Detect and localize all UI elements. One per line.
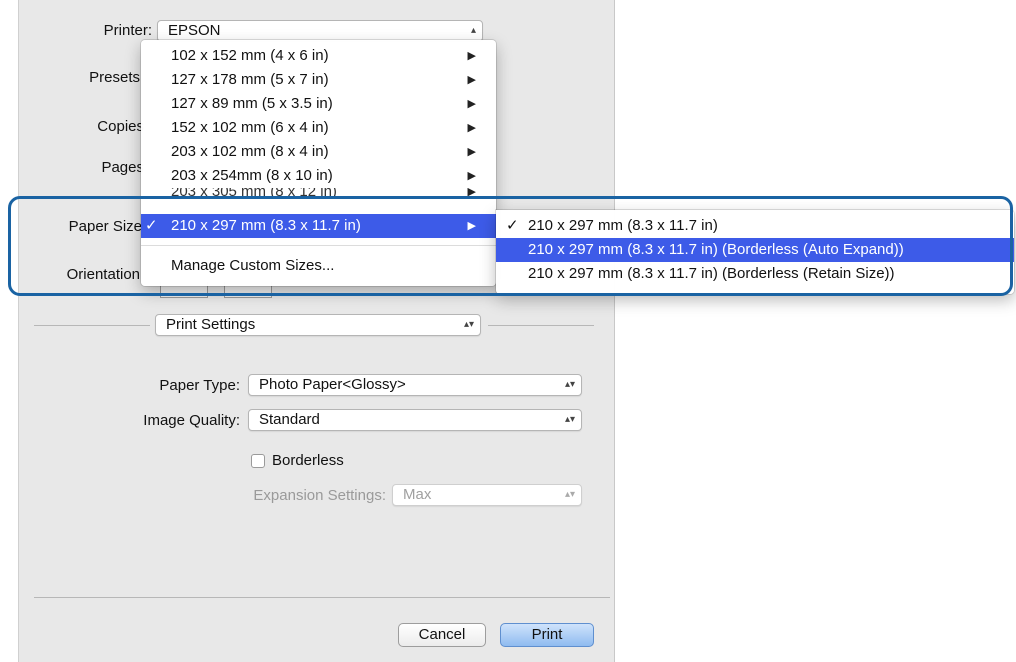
submenu-arrow-icon: ▶	[467, 188, 476, 198]
section-popup[interactable]: Print Settings ▴▾	[155, 314, 481, 336]
menu-item-label: 203 x 305 mm (8 x 12 in)	[171, 188, 337, 198]
submenu-item-auto-expand[interactable]: 210 x 297 mm (8.3 x 11.7 in) (Borderless…	[496, 238, 1014, 262]
submenu-item-label: 210 x 297 mm (8.3 x 11.7 in) (Borderless…	[528, 241, 904, 258]
image-quality-label: Image Quality:	[143, 412, 240, 429]
popup-arrows-icon: ▴▾	[564, 379, 575, 390]
printer-label: Printer:	[103, 22, 152, 39]
submenu-arrow-icon: ▶	[467, 220, 476, 232]
menu-item-label: 203 x 102 mm (8 x 4 in)	[171, 143, 329, 160]
popup-arrows-icon: ▴▾	[463, 319, 474, 330]
menu-item-152x102[interactable]: 152 x 102 mm (6 x 4 in) ▶	[141, 116, 496, 140]
menu-item-127x89[interactable]: 127 x 89 mm (5 x 3.5 in) ▶	[141, 92, 496, 116]
printer-value: EPSON	[168, 22, 221, 39]
menu-item-102x152[interactable]: 102 x 152 mm (4 x 6 in) ▶	[141, 44, 496, 68]
section-popup-value: Print Settings	[166, 316, 256, 333]
paper-size-submenu: ✓ 210 x 297 mm (8.3 x 11.7 in) 210 x 297…	[496, 210, 1014, 294]
submenu-arrow-icon: ▶	[467, 122, 476, 134]
printer-popup[interactable]: EPSON ▴	[157, 20, 483, 42]
manage-custom-sizes-item[interactable]: Manage Custom Sizes...	[141, 254, 496, 278]
pages-label: Pages	[101, 159, 144, 176]
menu-item-203x254[interactable]: 203 x 254mm (8 x 10 in) ▶	[141, 164, 496, 188]
expansion-settings-label: Expansion Settings:	[253, 487, 386, 504]
print-button[interactable]: Print	[500, 623, 594, 647]
borderless-label: Borderless	[272, 452, 344, 469]
image-quality-value: Standard	[259, 411, 320, 428]
submenu-item-standard[interactable]: ✓ 210 x 297 mm (8.3 x 11.7 in)	[496, 214, 1014, 238]
menu-item-label: 152 x 102 mm (6 x 4 in)	[171, 119, 329, 136]
expansion-settings-popup[interactable]: Max ▴▾	[392, 484, 582, 506]
popup-arrows-icon: ▴	[470, 25, 476, 36]
menu-item-210x297[interactable]: ✓ 210 x 297 mm (8.3 x 11.7 in) ▶	[141, 214, 496, 238]
menu-item-203x305[interactable]: 203 x 305 mm (8 x 12 in) ▶	[141, 188, 496, 198]
orientation-label: Orientation	[66, 266, 140, 283]
submenu-arrow-icon: ▶	[467, 74, 476, 86]
menu-item-label: Manage Custom Sizes...	[171, 257, 335, 274]
paper-type-popup[interactable]: Photo Paper<Glossy> ▴▾	[248, 374, 582, 396]
submenu-arrow-icon: ▶	[467, 50, 476, 62]
submenu-arrow-icon: ▶	[467, 170, 476, 182]
menu-item-label: 127 x 89 mm (5 x 3.5 in)	[171, 95, 333, 112]
menu-item-label: 210 x 297 mm (8.3 x 11.7 in)	[171, 217, 361, 234]
paper-size-label: Paper Size	[68, 218, 142, 235]
cancel-button[interactable]: Cancel	[398, 623, 486, 647]
presets-label: Presets	[89, 69, 140, 86]
submenu-item-label: 210 x 297 mm (8.3 x 11.7 in) (Borderless…	[528, 265, 895, 282]
popup-arrows-icon: ▴▾	[564, 489, 575, 500]
submenu-item-label: 210 x 297 mm (8.3 x 11.7 in)	[528, 217, 718, 234]
popup-arrows-icon: ▴▾	[564, 414, 575, 425]
menu-item-label: 127 x 178 mm (5 x 7 in)	[171, 71, 329, 88]
expansion-settings-value: Max	[403, 486, 432, 503]
checkmark-icon: ✓	[145, 217, 158, 234]
paper-type-value: Photo Paper<Glossy>	[259, 376, 406, 393]
submenu-item-retain-size[interactable]: 210 x 297 mm (8.3 x 11.7 in) (Borderless…	[496, 262, 1014, 286]
section-separator-left	[34, 325, 150, 326]
paper-type-label: Paper Type:	[159, 377, 240, 394]
menu-item-203x102[interactable]: 203 x 102 mm (8 x 4 in) ▶	[141, 140, 496, 164]
submenu-arrow-icon: ▶	[467, 98, 476, 110]
menu-item-127x178[interactable]: 127 x 178 mm (5 x 7 in) ▶	[141, 68, 496, 92]
submenu-arrow-icon: ▶	[467, 146, 476, 158]
borderless-checkbox[interactable]	[251, 454, 265, 468]
image-quality-popup[interactable]: Standard ▴▾	[248, 409, 582, 431]
menu-item-label: 102 x 152 mm (4 x 6 in)	[171, 47, 329, 64]
checkmark-icon: ✓	[506, 217, 519, 234]
section-separator-right	[488, 325, 594, 326]
menu-item-label: 203 x 254mm (8 x 10 in)	[171, 167, 333, 184]
bottom-separator	[34, 597, 610, 598]
copies-label: Copies	[97, 118, 144, 135]
menu-separator	[141, 245, 496, 246]
paper-size-menu: 102 x 152 mm (4 x 6 in) ▶ 127 x 178 mm (…	[141, 40, 496, 286]
